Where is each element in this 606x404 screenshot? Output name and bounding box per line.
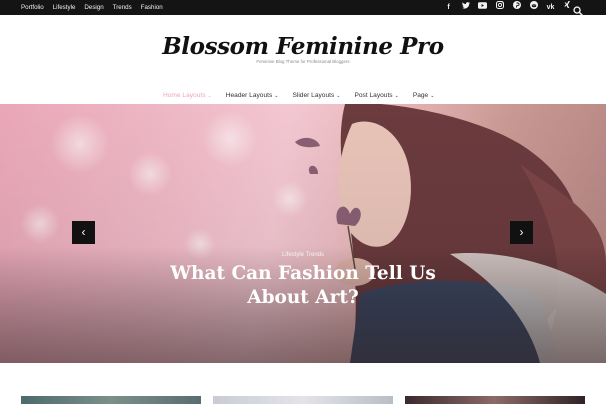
chevron-down-icon: ⌄ <box>430 93 435 99</box>
top-bar: Portfolio Lifestyle Design Trends Fashio… <box>0 0 606 17</box>
nav-item-label: Page <box>412 92 429 99</box>
instagram-icon[interactable] <box>495 0 504 15</box>
main-navigation: Home Layouts ⌄ Header Layouts ⌄ Slider Lay… <box>163 91 434 101</box>
facebook-icon[interactable]: f <box>444 0 453 15</box>
vk-icon[interactable]: vk <box>546 0 555 15</box>
post-card-1-image[interactable] <box>21 396 201 404</box>
hero-slider: ‹ › Lifestyle Trends What Can Fashion Te… <box>0 104 606 363</box>
slide-category[interactable]: Lifestyle Trends <box>0 252 606 258</box>
top-nav-item-design[interactable]: Design <box>84 0 103 15</box>
top-nav-item-portfolio[interactable]: Portfolio <box>21 0 44 15</box>
slider-next-button[interactable]: › <box>510 221 533 244</box>
nav-item-label: Slider Layouts <box>292 92 335 99</box>
top-nav-item-lifestyle[interactable]: Lifestyle <box>53 0 76 15</box>
slide-headline[interactable]: What Can Fashion Tell Us About Art? <box>140 262 466 310</box>
nav-item-label: Header Layouts <box>225 92 273 99</box>
chevron-down-icon: ⌄ <box>336 93 341 99</box>
top-navigation: Portfolio Lifestyle Design Trends Fashio… <box>21 0 163 15</box>
pinterest-icon[interactable] <box>512 0 521 15</box>
top-nav-item-fashion[interactable]: Fashion <box>141 0 163 15</box>
slider-prev-button[interactable]: ‹ <box>72 221 95 244</box>
nav-item-header-layouts[interactable]: Header Layouts ⌄ <box>226 91 279 101</box>
site-tagline: Feminine Blog Theme for Professional Blo… <box>256 59 350 64</box>
chevron-left-icon: ‹ <box>81 225 86 239</box>
nav-item-label: Post Layouts <box>354 92 393 99</box>
chevron-down-icon: ⌄ <box>394 93 399 99</box>
xing-icon[interactable] <box>563 0 572 15</box>
reddit-icon[interactable] <box>529 0 538 15</box>
chevron-down-icon: ⌄ <box>207 93 212 99</box>
nav-item-page[interactable]: Page ⌄ <box>413 91 435 101</box>
top-nav-item-trends[interactable]: Trends <box>113 0 132 15</box>
site-title[interactable]: Blossom Feminine Pro <box>0 33 606 60</box>
nav-item-home-layouts[interactable]: Home Layouts ⌄ <box>163 91 212 101</box>
post-card-3-image[interactable] <box>405 396 585 404</box>
youtube-icon[interactable] <box>478 0 487 15</box>
nav-item-post-layouts[interactable]: Post Layouts ⌄ <box>354 91 398 101</box>
social-links: f vk <box>444 0 572 15</box>
search-icon[interactable] <box>573 3 584 17</box>
post-card-2-image[interactable] <box>213 396 393 404</box>
chevron-right-icon: › <box>519 225 524 239</box>
nav-item-label: Home Layouts <box>163 92 206 99</box>
twitter-icon[interactable] <box>461 0 470 15</box>
nav-item-slider-layouts[interactable]: Slider Layouts ⌄ <box>292 91 340 101</box>
chevron-down-icon: ⌄ <box>274 93 279 99</box>
